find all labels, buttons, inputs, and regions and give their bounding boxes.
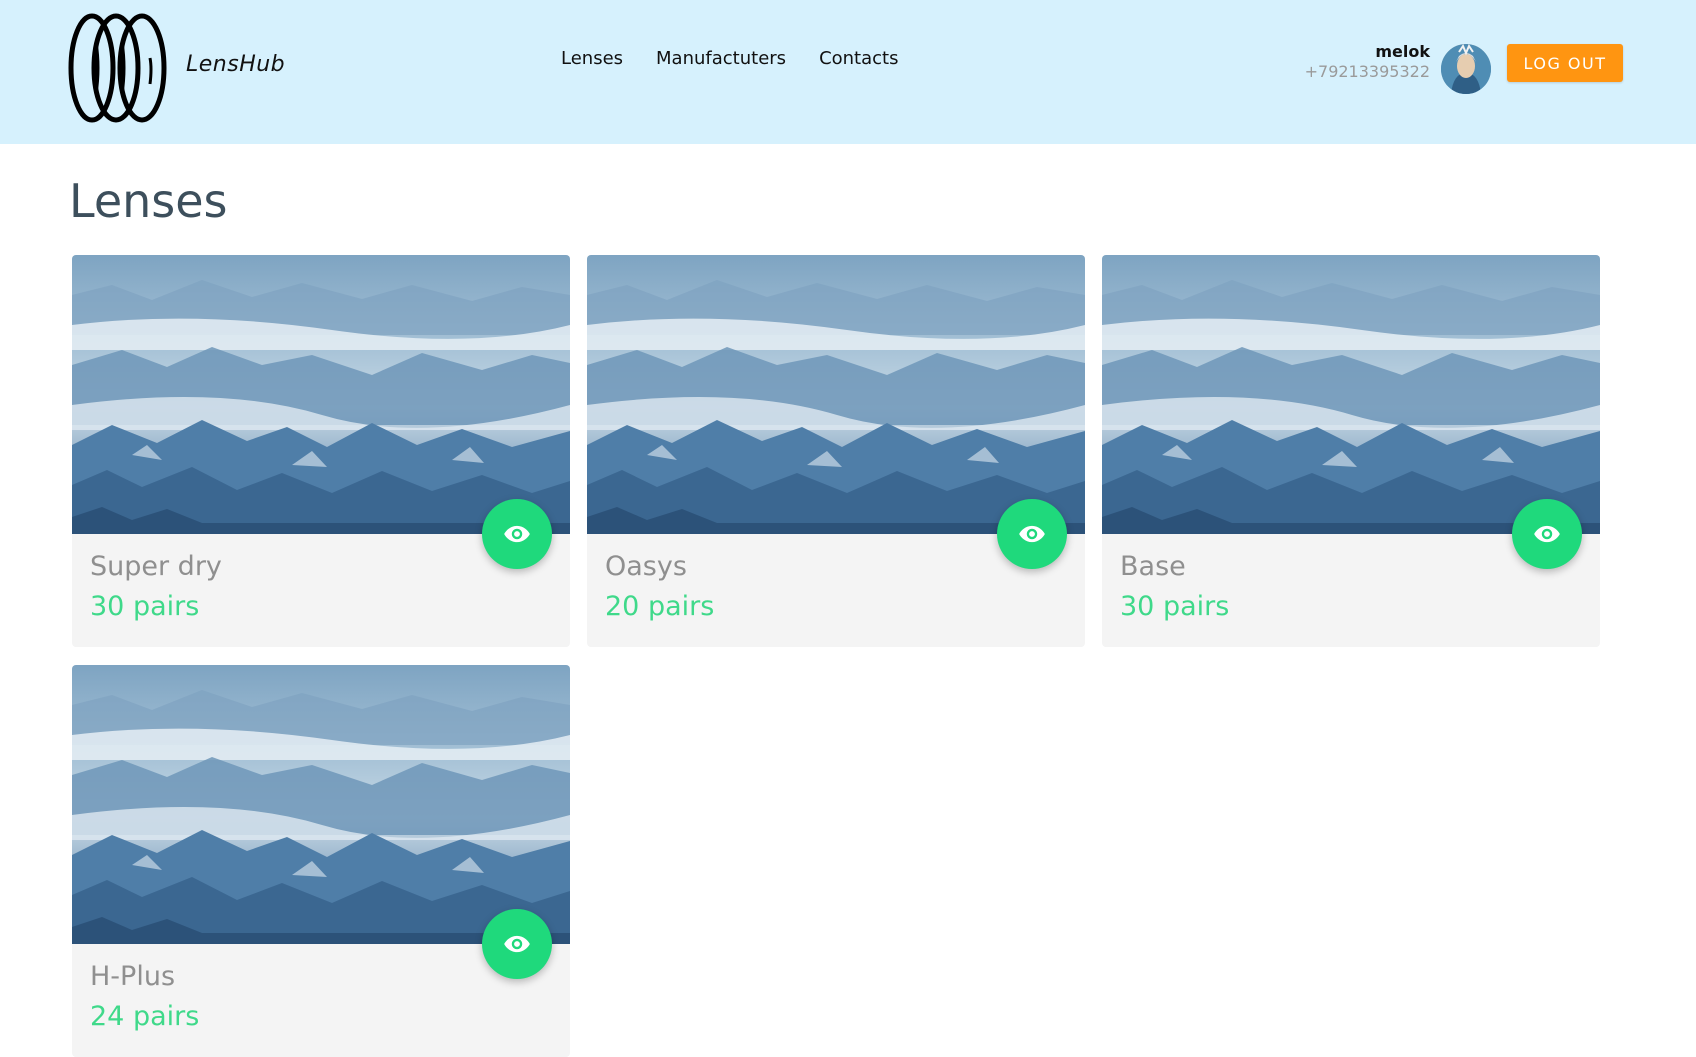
card-count: 20 pairs [605,591,715,622]
user-info: melok +79213395322 [1305,42,1430,82]
card-title: Oasys [605,551,687,582]
nav-manufacturers[interactable]: Manufactuters [656,48,786,69]
card-count: 24 pairs [90,1001,200,1032]
lens-card[interactable]: H-Plus 24 pairs [72,665,570,1057]
avatar[interactable] [1441,44,1491,94]
logout-button[interactable]: LOG OUT [1507,44,1623,82]
eye-icon [1533,520,1561,548]
brand-name[interactable]: LensHub [186,52,285,77]
card-title: Super dry [90,551,222,582]
card-image [1102,255,1600,534]
view-button[interactable] [1512,499,1582,569]
card-image [72,255,570,534]
card-image [587,255,1085,534]
card-title: Base [1120,551,1186,582]
eye-icon [503,520,531,548]
user-phone: +79213395322 [1304,62,1430,81]
card-title: H-Plus [90,961,176,992]
view-button[interactable] [482,499,552,569]
lens-card[interactable]: Base 30 pairs [1102,255,1600,647]
nav-lenses[interactable]: Lenses [561,48,623,69]
card-count: 30 pairs [90,591,200,622]
eye-icon [503,930,531,958]
lens-card[interactable]: Super dry 30 pairs [72,255,570,647]
page-title: Lenses [69,174,228,228]
card-image [72,665,570,944]
view-button[interactable] [482,909,552,979]
card-count: 30 pairs [1120,591,1230,622]
user-name: melok [1375,42,1430,61]
top-header: LensHub Lenses Manufactuters Contacts me… [0,0,1696,144]
main-nav: Lenses Manufactuters Contacts [561,48,931,69]
lens-card[interactable]: Oasys 20 pairs [587,255,1085,647]
view-button[interactable] [997,499,1067,569]
nav-contacts[interactable]: Contacts [819,48,898,69]
eye-icon [1018,520,1046,548]
lens-logo-icon[interactable] [66,12,170,124]
